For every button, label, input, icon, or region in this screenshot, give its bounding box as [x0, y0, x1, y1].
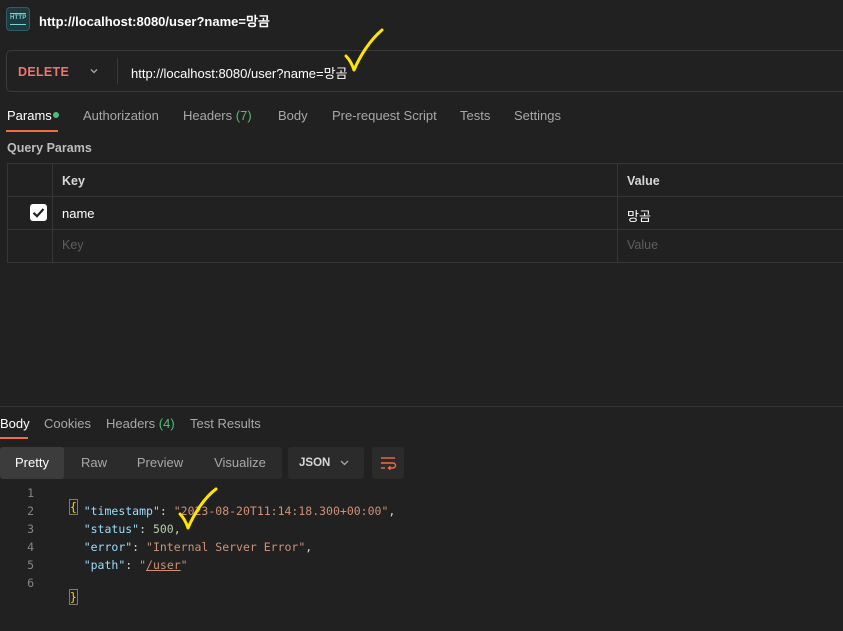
window-title: http://localhost:8080/user?name=망곰: [39, 14, 270, 29]
http-file-icon: HTTP: [6, 7, 30, 31]
line-number: 5: [27, 558, 34, 572]
line-number: 1: [27, 486, 34, 500]
tab-settings[interactable]: Settings: [514, 108, 561, 123]
json-key: "status": [83, 522, 140, 536]
tab-body[interactable]: Body: [278, 108, 308, 123]
column-header-key: Key: [62, 174, 85, 188]
view-preview-button[interactable]: Preview: [130, 447, 190, 479]
line-number: 4: [27, 540, 34, 554]
response-tab-headers-label: Headers: [106, 416, 156, 431]
wrap-lines-button[interactable]: [372, 447, 404, 479]
new-param-value-input[interactable]: Value: [627, 238, 658, 252]
checkmark-annotation-icon: [344, 28, 384, 72]
divider: [617, 163, 618, 263]
new-param-key-input[interactable]: Key: [62, 238, 84, 252]
code-line-6: }: [56, 576, 78, 605]
view-visualize-button[interactable]: Visualize: [206, 447, 274, 479]
param-enabled-checkbox[interactable]: [30, 204, 47, 221]
response-tab-test-results[interactable]: Test Results: [190, 416, 261, 431]
tab-params[interactable]: Params: [7, 108, 52, 123]
line-number: 6: [27, 576, 34, 590]
checkmark-icon: [32, 208, 45, 218]
json-key: "path": [83, 558, 126, 572]
divider: [7, 196, 843, 197]
checkmark-annotation-icon: [178, 487, 218, 530]
format-select-label: JSON: [299, 457, 331, 469]
divider: [117, 58, 118, 84]
active-tab-indicator: [0, 437, 28, 439]
query-params-title: Query Params: [7, 141, 92, 155]
headers-count-badge: (7): [235, 108, 252, 123]
params-active-dot: [53, 112, 59, 118]
json-string-value: "Internal Server Error": [146, 540, 306, 554]
response-tab-cookies[interactable]: Cookies: [44, 416, 91, 431]
column-header-value: Value: [627, 174, 660, 188]
json-link-value[interactable]: /user: [146, 558, 181, 572]
view-raw-button[interactable]: Raw: [72, 447, 116, 479]
chevron-down-icon[interactable]: [90, 67, 98, 75]
tab-headers-label: Headers: [183, 108, 233, 123]
method-select[interactable]: DELETE: [18, 65, 69, 79]
param-value-field[interactable]: 망곰: [627, 206, 651, 225]
json-key: "timestamp": [83, 504, 160, 518]
response-tab-body[interactable]: Body: [0, 416, 30, 431]
wrap-lines-icon: [381, 457, 397, 471]
param-key-field[interactable]: name: [62, 206, 95, 221]
code-line-3: "status": 500,: [83, 522, 181, 536]
view-pretty-button[interactable]: Pretty: [0, 447, 64, 479]
tab-authorization[interactable]: Authorization: [83, 108, 159, 123]
chevron-down-icon: [340, 460, 349, 466]
divider: [7, 229, 843, 230]
tab-tests[interactable]: Tests: [460, 108, 490, 123]
params-table: [7, 163, 843, 263]
line-number: 3: [27, 522, 34, 536]
url-input[interactable]: http://localhost:8080/user?name=망곰: [131, 63, 348, 82]
tab-pre-request-script[interactable]: Pre-request Script: [332, 108, 437, 123]
code-line-5: "path": "/user": [83, 558, 188, 572]
divider: [0, 406, 843, 407]
active-tab-indicator: [6, 130, 58, 132]
tab-headers[interactable]: Headers (7): [183, 108, 252, 123]
line-number: 2: [27, 504, 34, 518]
divider: [52, 163, 53, 263]
code-line-2: "timestamp": "2023-08-20T11:14:18.300+00…: [83, 504, 396, 518]
response-tab-headers[interactable]: Headers (4): [106, 416, 175, 431]
json-brace-close: }: [68, 589, 78, 605]
json-number-value: 500: [152, 522, 174, 536]
code-line-4: "error": "Internal Server Error",: [83, 540, 313, 554]
json-key: "error": [83, 540, 133, 554]
response-headers-count-badge: (4): [158, 416, 175, 431]
